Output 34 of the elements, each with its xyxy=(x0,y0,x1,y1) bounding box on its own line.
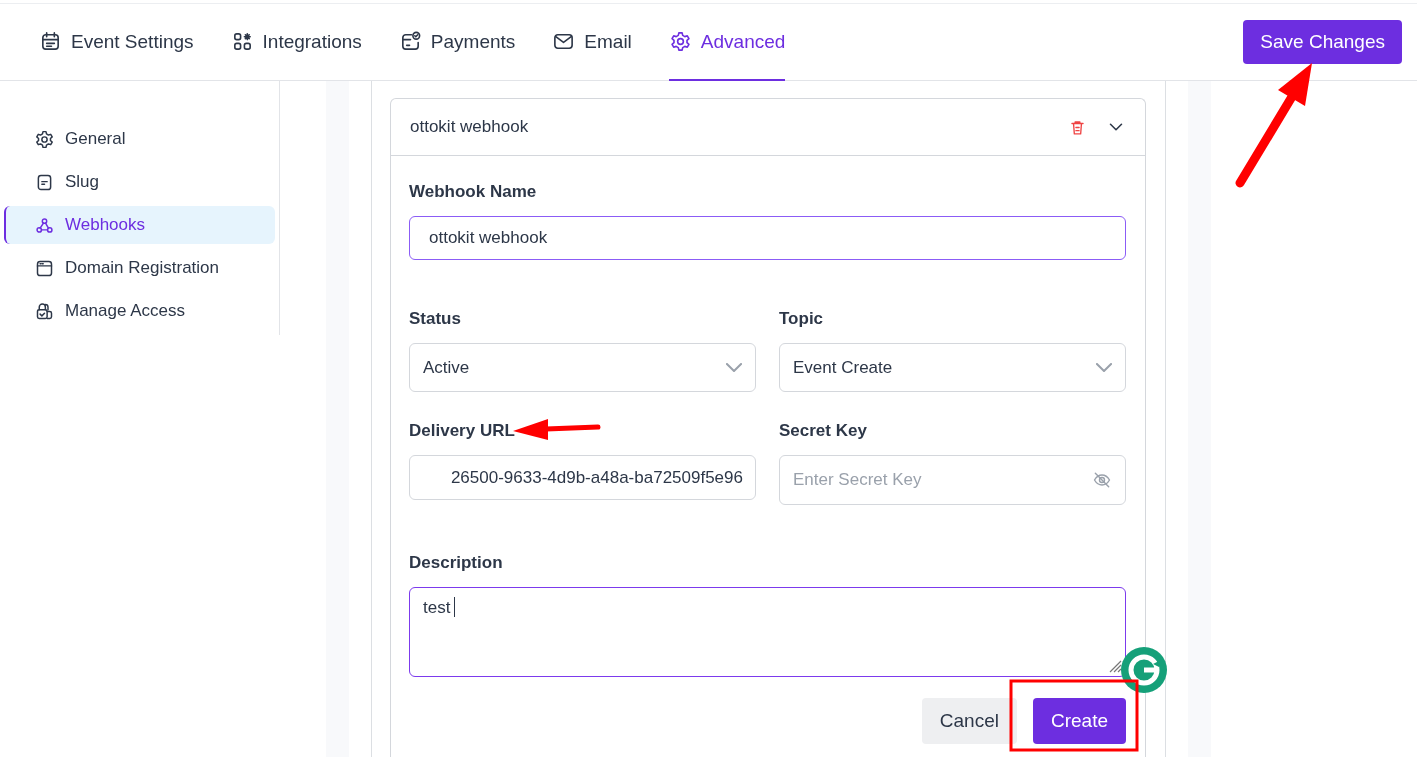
field-label: Secret Key xyxy=(779,421,868,441)
sidebar-item[interactable]: Manage Access xyxy=(4,292,275,330)
calendar-icon xyxy=(39,30,62,53)
field-label: Topic xyxy=(779,309,825,329)
nav-tab[interactable]: Event Settings xyxy=(39,4,194,81)
nav-tab[interactable]: Payments xyxy=(398,4,516,81)
assistant-badge-icon[interactable] xyxy=(1120,646,1168,694)
field-label: Description xyxy=(409,553,504,573)
create-button[interactable]: Create xyxy=(1032,698,1126,744)
nav-tab[interactable]: Integrations xyxy=(230,4,362,81)
settings-icon xyxy=(34,128,55,150)
webhook-title: ottokit webhook xyxy=(410,117,530,137)
field-label: Webhook Name xyxy=(409,182,538,202)
text-cursor xyxy=(454,597,456,617)
url-input-field[interactable]: 26500-9633-4d9b-a48a-ba72509f5e96 xyxy=(409,455,756,500)
status-dropdown[interactable]: Active xyxy=(409,343,756,392)
chevron-icon xyxy=(1096,363,1112,372)
sidebar-item[interactable]: Domain Registration xyxy=(4,249,275,287)
save-changes-button[interactable]: Save Changes xyxy=(1243,20,1402,64)
nav-tab[interactable]: Email xyxy=(552,4,632,81)
resize-handle-icon[interactable] xyxy=(1108,659,1122,673)
sidebar-item[interactable]: Slug xyxy=(4,163,275,201)
description-field[interactable]: test xyxy=(409,587,1126,677)
lock-icon xyxy=(34,300,55,322)
name-input-field[interactable]: ottokit webhook xyxy=(409,216,1126,260)
sidebar-item[interactable]: Webhooks xyxy=(4,206,275,244)
cancel-button[interactable]: Cancel xyxy=(921,698,1017,744)
settings-icon xyxy=(668,30,692,53)
sidebar-item[interactable]: General xyxy=(4,120,275,158)
eye-off-icon xyxy=(1092,470,1112,490)
field-label: Delivery URL xyxy=(409,421,516,441)
field-label: Status xyxy=(409,309,462,329)
chevron-icon xyxy=(726,363,742,372)
topic-dropdown[interactable]: Event Create xyxy=(779,343,1126,392)
